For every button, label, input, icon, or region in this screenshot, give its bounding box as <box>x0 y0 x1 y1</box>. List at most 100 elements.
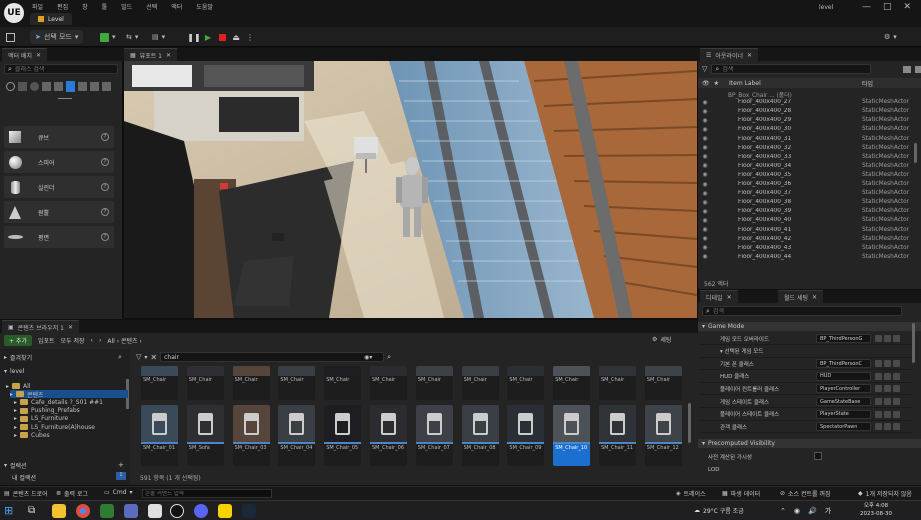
help-icon[interactable]: ? <box>101 208 109 216</box>
menu-build[interactable]: 빌드 <box>121 2 132 11</box>
menu-file[interactable]: 파일 <box>32 2 43 11</box>
stop-button[interactable] <box>216 31 228 43</box>
outliner-row[interactable]: ◉ Floor_400x400_41 StaticMeshActor <box>700 225 909 233</box>
property-value-dropdown[interactable]: BP_ThirdPersonC <box>816 359 871 369</box>
browse-icon[interactable] <box>875 360 882 368</box>
edit-icon[interactable] <box>884 423 891 431</box>
add-actor-button[interactable]: ▾ <box>100 30 116 44</box>
tab-outliner[interactable]: ☰ 아웃라이너 ✕ <box>700 48 759 61</box>
edit-icon[interactable] <box>884 372 891 380</box>
browse-icon[interactable] <box>875 423 882 431</box>
mode-dropdown[interactable]: ➤ 선택 모드 ▾ <box>30 30 84 44</box>
play-button[interactable]: ▶ <box>202 31 214 43</box>
visibility-eye-icon[interactable]: ◉ <box>700 117 710 124</box>
outliner-row[interactable]: ◉ Floor_400x400_36 StaticMeshActor <box>700 180 909 188</box>
help-icon[interactable]: ? <box>101 133 109 141</box>
close-icon[interactable]: ✕ <box>727 294 732 301</box>
nav-forward-icon[interactable]: › <box>99 337 101 344</box>
asset-tile[interactable]: SM_Chair <box>278 366 316 400</box>
outliner-search-input[interactable] <box>722 65 863 73</box>
property-value-dropdown[interactable]: PlayerController <box>816 384 871 394</box>
browse-icon[interactable] <box>875 410 882 418</box>
visibility-eye-icon[interactable]: ◉ <box>700 253 710 260</box>
weather-widget[interactable]: ☁ 29°C 구름 조금 <box>694 506 744 515</box>
add-icon[interactable] <box>893 335 900 342</box>
visibility-eye-icon[interactable]: ◉ <box>700 226 710 233</box>
tree-folder[interactable]: ▸ LS_Furniture <box>14 415 68 423</box>
visibility-eye-icon[interactable]: ◉ <box>700 235 710 242</box>
visibility-eye-icon[interactable]: ◉ <box>700 126 710 133</box>
property-value-dropdown[interactable]: BP_ThirdPersonG <box>816 334 871 343</box>
close-icon[interactable]: ✕ <box>36 52 41 59</box>
outliner-row[interactable]: ◉ Floor_400x400_38 StaticMeshActor <box>700 198 909 206</box>
browse-icon[interactable] <box>875 335 882 342</box>
lights-category-icon[interactable] <box>30 82 39 91</box>
task-view-icon[interactable]: ⧉ <box>28 505 35 516</box>
outliner-row[interactable]: ◉ Floor_400x400_44 StaticMeshActor <box>700 253 909 261</box>
level-tab[interactable]: Level <box>30 13 72 25</box>
visibility-eye-icon[interactable]: ◉ <box>700 181 710 188</box>
outliner-row[interactable]: ◉ Floor_400x400_43 StaticMeshActor <box>700 244 909 252</box>
content-settings-button[interactable]: ⚙ 세팅 <box>652 335 671 344</box>
property-value-dropdown[interactable]: HUD <box>816 371 871 381</box>
asset-tile[interactable]: SM_Chair_04 <box>278 405 316 466</box>
outliner-row[interactable]: ◉ Floor_400x400_33 StaticMeshActor <box>700 153 909 161</box>
section-precomputed-visibility[interactable]: ▾ Precomputed Visibility <box>698 439 921 448</box>
asset-tile[interactable]: SM_Chair <box>461 366 499 400</box>
tree-folder[interactable]: ▸ Pushing_Prefabs <box>14 407 80 415</box>
help-icon[interactable]: ? <box>101 183 109 191</box>
edit-icon[interactable] <box>884 398 891 405</box>
visibility-eye-icon[interactable]: ◉ <box>700 208 710 215</box>
search-options-icon[interactable]: ◉▾ <box>364 354 372 361</box>
file-explorer-icon[interactable] <box>52 504 66 518</box>
asset-tile[interactable]: SM_Chair <box>415 366 453 400</box>
volumes-category-icon[interactable] <box>78 82 87 91</box>
outliner-row[interactable]: ◉ Floor_400x400_42 StaticMeshActor <box>700 235 909 243</box>
filter-icon[interactable]: ▽ <box>136 353 141 361</box>
eject-button[interactable]: ⏏ <box>230 31 242 43</box>
recent-category-icon[interactable] <box>6 82 15 91</box>
browse-icon[interactable] <box>875 372 882 380</box>
menu-window[interactable]: 창 <box>82 2 88 11</box>
outliner-row[interactable]: ◉ Floor_400x400_35 StaticMeshActor <box>700 171 909 179</box>
collections-header[interactable]: ▾ 컬렉션 <box>4 461 27 470</box>
asset-search-input[interactable] <box>164 353 365 361</box>
settings-icon[interactable] <box>915 65 921 73</box>
visibility-eye-icon[interactable]: ◉ <box>700 171 710 178</box>
blueprint-button[interactable]: ⇆ ▾ <box>126 30 138 44</box>
help-icon[interactable]: ? <box>101 158 109 166</box>
tree-folder[interactable]: ▸ Cafe_details ?_S01 ##1 <box>14 398 103 406</box>
tab-details[interactable]: 디테일 ✕ <box>700 290 738 303</box>
visibility-eye-icon[interactable]: ◉ <box>700 162 710 169</box>
browse-icon[interactable] <box>875 398 882 405</box>
property-value-dropdown[interactable]: GameStateBase <box>816 397 871 406</box>
pause-button[interactable]: ❚❚ <box>187 31 200 43</box>
browse-icon[interactable] <box>875 385 882 393</box>
col-type-header[interactable]: 타입 <box>862 79 873 88</box>
close-button[interactable]: ✕ <box>904 2 912 12</box>
add-button[interactable]: + 추가 <box>4 335 32 346</box>
content-drawer-button[interactable]: ▤ 콘텐츠 드로어 <box>4 489 48 498</box>
close-icon[interactable]: ✕ <box>747 52 752 59</box>
tab-viewport[interactable]: ▦ 뷰포트 1 ✕ <box>124 48 177 61</box>
play-options-button[interactable]: ⋮ <box>244 31 256 43</box>
details-scrollbar[interactable] <box>912 323 915 363</box>
edit-icon[interactable] <box>884 335 891 342</box>
asset-tile[interactable]: SM_Sofa <box>186 405 224 466</box>
nav-back-icon[interactable]: ‹ <box>91 337 93 344</box>
tree-folder[interactable]: ▸ Cubes <box>14 431 50 439</box>
visibility-eye-icon[interactable]: ◉ <box>700 99 710 106</box>
outliner-row[interactable]: ◉ Floor_400x400_34 StaticMeshActor <box>700 162 909 170</box>
favorites-header[interactable]: ▸ 즐겨찾기 <box>4 353 32 362</box>
details-search-input[interactable] <box>712 307 893 315</box>
class-search-input[interactable] <box>14 65 105 73</box>
add-icon[interactable] <box>893 410 900 418</box>
visual-effects-category-icon[interactable] <box>66 81 75 92</box>
clear-search-icon[interactable]: ✕ <box>150 353 157 362</box>
menu-help[interactable]: 도움말 <box>196 2 213 11</box>
add-collection-icon[interactable]: + <box>118 461 124 469</box>
edit-icon[interactable] <box>884 385 891 393</box>
outliner-row[interactable]: ◉ Floor_400x400_32 StaticMeshActor <box>700 144 909 152</box>
steam-icon[interactable] <box>242 504 256 518</box>
derived-data-button[interactable]: ▦ 파생 데이터 <box>722 489 760 498</box>
